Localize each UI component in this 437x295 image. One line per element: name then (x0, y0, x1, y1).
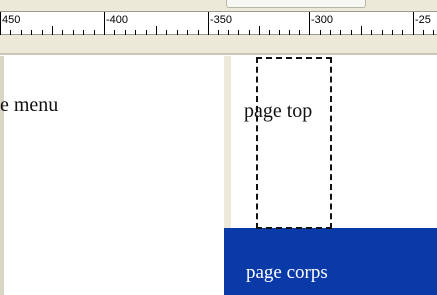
ruler-label-450: 450 (2, 14, 21, 26)
ruler-gutter (0, 35, 437, 55)
horizontal-ruler: 450 -400 -350 -300 -25 (0, 11, 437, 36)
canvas-left-border (0, 56, 4, 295)
ruler-label-350: -350 (210, 14, 233, 26)
ruler-label-250: -25 (415, 14, 431, 26)
page-menu-label[interactable]: e menu (0, 94, 58, 117)
ruler-label-400: -400 (106, 14, 129, 26)
tab-edge[interactable] (226, 0, 366, 8)
selection-marquee[interactable] (256, 57, 332, 229)
page-corps-label[interactable]: page corps (246, 262, 328, 284)
window-chrome (0, 0, 437, 11)
ruler-label-300: -300 (311, 14, 334, 26)
gutter-divider (0, 53, 437, 55)
